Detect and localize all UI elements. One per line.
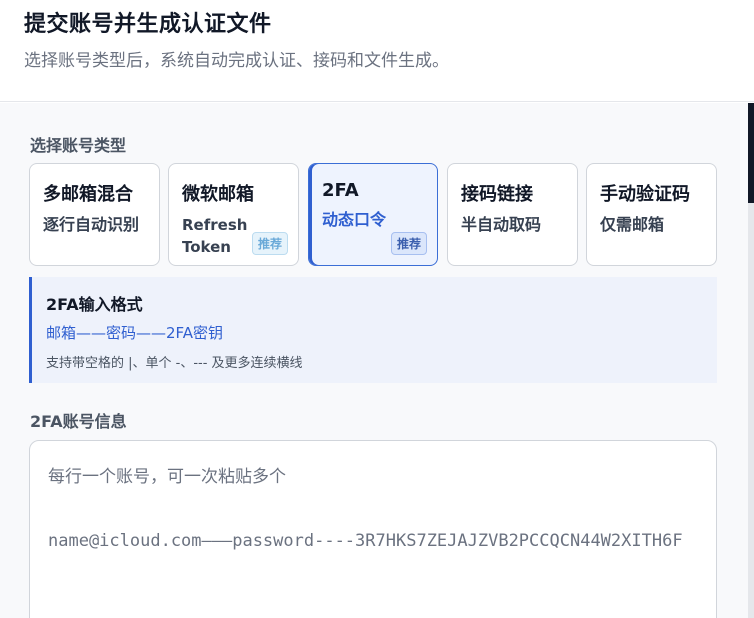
card-title: 多邮箱混合 [43, 184, 133, 205]
account-type-card-sms-link[interactable]: 接码链接 半自动取码 [447, 163, 578, 266]
recommended-badge: 推荐 [390, 232, 427, 255]
card-title: 微软邮箱 [182, 184, 254, 205]
card-title: 手动验证码 [600, 184, 690, 205]
account-type-card-mixed-mailbox[interactable]: 多邮箱混合 逐行自动识别 [29, 163, 160, 266]
account-info-input[interactable] [29, 440, 717, 618]
account-type-card-manual-code[interactable]: 手动验证码 仅需邮箱 [586, 163, 717, 266]
scrollbar-thumb[interactable] [748, 103, 754, 203]
account-type-card-microsoft-mail[interactable]: 微软邮箱 Refresh Token 推荐 [168, 163, 299, 266]
format-hint-note: 支持带空格的 |、单个 -、--- 及更多连续横线 [46, 356, 303, 371]
card-title: 2FA [322, 180, 359, 201]
card-description: Refresh Token [182, 216, 248, 256]
card-description: 逐行自动识别 [43, 215, 140, 234]
account-info-label: 2FA账号信息 [30, 412, 127, 431]
recommended-badge: 推荐 [251, 232, 288, 255]
format-hint-title: 2FA输入格式 [46, 295, 143, 314]
card-description: 半自动取码 [461, 215, 542, 234]
format-hint-pattern: 邮箱——密码——2FA密钥 [46, 324, 224, 342]
account-type-label: 选择账号类型 [30, 136, 127, 155]
card-title: 接码链接 [461, 184, 533, 205]
page-subtitle: 选择账号类型后，系统自动完成认证、接码和文件生成。 [24, 51, 449, 71]
page-title: 提交账号并生成认证文件 [24, 12, 272, 37]
account-type-card-2fa[interactable]: 2FA 动态口令 推荐 [308, 163, 438, 266]
card-description: 仅需邮箱 [600, 215, 665, 234]
page-header: 提交账号并生成认证文件 选择账号类型后，系统自动完成认证、接码和文件生成。 [0, 0, 754, 102]
format-hint-box: 2FA输入格式 邮箱——密码——2FA密钥 支持带空格的 |、单个 -、--- … [29, 277, 717, 383]
card-description: 动态口令 [322, 210, 387, 229]
